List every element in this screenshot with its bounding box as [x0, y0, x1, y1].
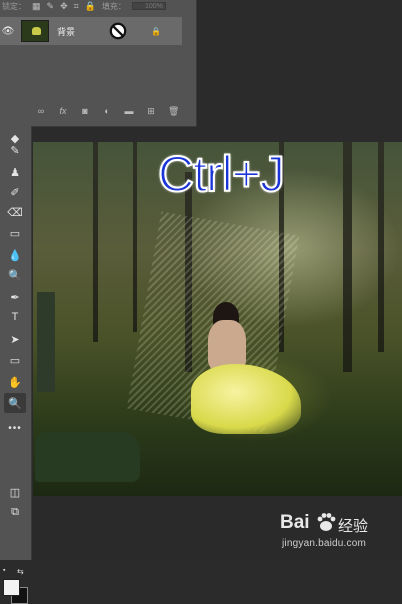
swap-colors-icon[interactable]: ⇆ — [17, 567, 24, 576]
baidu-jingyan-watermark: Bai 经验 jingyan.baidu.com — [280, 512, 400, 556]
mossy-rock — [35, 432, 140, 482]
figure-dress — [191, 364, 301, 434]
zoom-icon[interactable]: 🔍 — [4, 393, 26, 413]
brush-icon[interactable]: ✎ — [4, 140, 26, 160]
fill-input[interactable]: 100% — [131, 2, 166, 10]
layer-name[interactable]: 背景 — [57, 25, 97, 38]
watermark-url: jingyan.baidu.com — [282, 538, 367, 549]
stone-statue — [37, 292, 55, 392]
pen-icon[interactable]: ✒ — [4, 287, 26, 307]
hand-icon[interactable]: ✋ — [4, 372, 26, 392]
mask-icon[interactable]: ◙ — [80, 106, 90, 116]
layers-panel: 锁定： ▦ ✎ ✥ ⌗ 🔒 填充： 100% 👁 背景 🔒 ∞ fx ◙ ◐ ▬… — [0, 0, 197, 127]
layers-footer: ∞ fx ◙ ◐ ▬ ⊞ 🗑 — [0, 101, 196, 121]
no-symbol-icon — [109, 22, 127, 40]
tree-trunk — [378, 142, 384, 352]
watermark-brand: Bai — [280, 512, 310, 533]
screen-mode-icon[interactable]: ⧉ — [4, 502, 26, 522]
quick-mask-icon[interactable]: ◫ — [4, 482, 26, 502]
color-swatches: ▪ ⇆ — [3, 567, 28, 604]
tree-trunk — [343, 142, 352, 372]
visibility-eye-icon[interactable]: 👁 — [0, 26, 16, 37]
tree-trunk — [93, 142, 98, 342]
default-colors-icon[interactable]: ▪ — [3, 567, 5, 574]
figure-body — [208, 320, 246, 370]
watermark-brand-suffix: 经验 — [338, 518, 369, 535]
blur-icon[interactable]: 💧 — [4, 245, 26, 265]
trash-icon[interactable]: 🗑 — [168, 106, 179, 117]
type-icon[interactable]: T — [4, 307, 26, 327]
fx-icon[interactable]: fx — [58, 106, 68, 116]
stamp-icon[interactable]: ♟ — [4, 162, 26, 182]
link-icon[interactable]: ∞ — [36, 106, 46, 116]
lock-move-icon[interactable]: ✥ — [60, 1, 68, 12]
lock-artboard-icon[interactable]: ⌗ — [74, 1, 79, 12]
adjustment-icon[interactable]: ◐ — [102, 106, 112, 116]
lock-all-icon[interactable]: 🔒 — [85, 1, 96, 12]
lock-pixels-icon[interactable]: ▦ — [32, 1, 41, 12]
lock-row: 锁定： ▦ ✎ ✥ ⌗ 🔒 填充： 100% — [0, 0, 196, 12]
foreground-color-swatch[interactable] — [3, 579, 20, 596]
fill-label: 填充： — [101, 1, 126, 11]
document-canvas[interactable]: Ctrl+J — [33, 142, 402, 496]
baidu-paw-icon — [317, 513, 336, 531]
lock-label: 锁定： — [2, 1, 26, 11]
layer-row[interactable]: 👁 背景 🔒 — [0, 17, 182, 45]
eraser-alt-icon[interactable]: ⌫ — [4, 202, 26, 222]
tree-trunk — [133, 142, 137, 332]
folder-icon[interactable]: ▬ — [124, 106, 134, 116]
shortcut-overlay-text: Ctrl+J — [157, 145, 286, 203]
tools-panel: ◆ ✎ ♟ ✐ ⌫ ▭ 💧 🔍 ✒ T ➤ ▭ ✋ 🔍 ••• ▪ ⇆ ◫ ⧉ — [0, 126, 32, 604]
rectangle-icon[interactable]: ▭ — [4, 350, 26, 370]
path-select-icon[interactable]: ➤ — [4, 329, 26, 349]
new-layer-icon[interactable]: ⊞ — [146, 106, 156, 117]
more-tools-icon[interactable]: ••• — [4, 418, 26, 438]
layer-thumbnail[interactable] — [21, 20, 49, 42]
history-brush-icon[interactable]: ✐ — [4, 182, 26, 202]
lock-paint-icon[interactable]: ✎ — [47, 1, 55, 12]
gradient-icon[interactable]: ▭ — [4, 223, 26, 243]
dodge-icon[interactable]: 🔍 — [4, 265, 26, 285]
layer-lock-icon: 🔒 — [151, 26, 161, 36]
